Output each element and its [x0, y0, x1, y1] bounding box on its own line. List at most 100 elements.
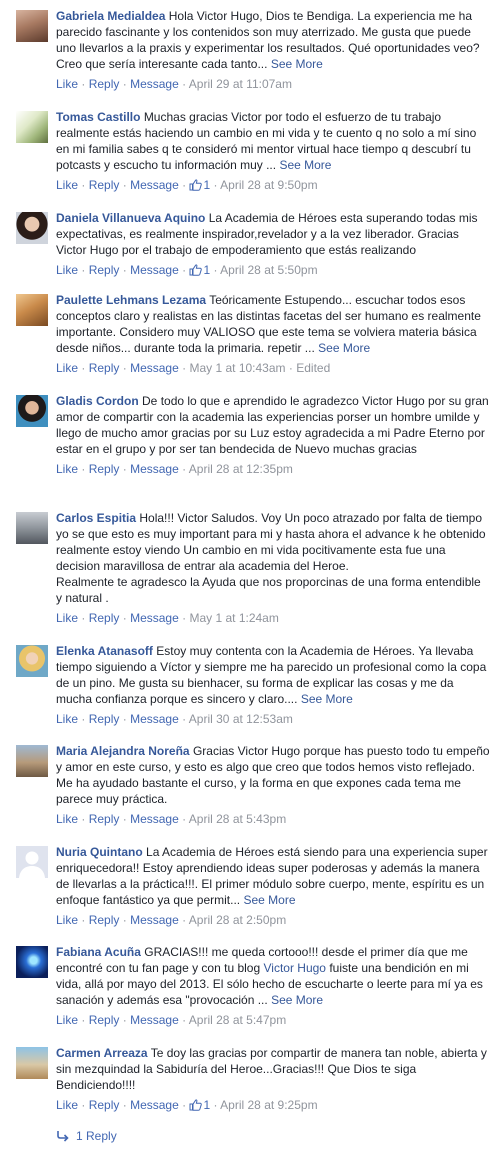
reply-button[interactable]: Reply: [89, 812, 120, 826]
commenter-name[interactable]: Carlos Espitia: [56, 511, 136, 525]
avatar[interactable]: [16, 111, 48, 143]
comment-text: Paulette Lehmans Lezama Teóricamente Est…: [56, 292, 490, 356]
like-button[interactable]: Like: [56, 361, 78, 375]
message-button[interactable]: Message: [130, 1013, 179, 1027]
like-button[interactable]: Like: [56, 1098, 78, 1112]
like-button[interactable]: Like: [56, 913, 78, 927]
like-button[interactable]: Like: [56, 263, 78, 277]
timestamp[interactable]: April 28 at 12:35pm: [189, 462, 293, 476]
see-more-link[interactable]: See More: [271, 993, 323, 1007]
reply-button[interactable]: Reply: [89, 611, 120, 625]
like-button[interactable]: Like: [56, 1013, 78, 1027]
avatar[interactable]: [16, 294, 48, 326]
comment-actions: Like · Reply · Message · April 28 at 5:4…: [56, 811, 490, 827]
timestamp[interactable]: April 28 at 2:50pm: [189, 913, 286, 927]
commenter-name[interactable]: Carmen Arreaza: [56, 1046, 148, 1060]
timestamp[interactable]: April 29 at 11:07am: [189, 77, 292, 91]
commenter-name[interactable]: Fabiana Acuña: [56, 945, 141, 959]
avatar[interactable]: [16, 946, 48, 978]
reply-button[interactable]: Reply: [89, 361, 120, 375]
message-button[interactable]: Message: [130, 812, 179, 826]
avatar[interactable]: [16, 645, 48, 677]
timestamp[interactable]: April 28 at 5:47pm: [189, 1013, 286, 1027]
see-more-link[interactable]: See More: [301, 692, 353, 706]
avatar[interactable]: [16, 745, 48, 777]
thumbs-up-icon: [189, 179, 203, 191]
like-button[interactable]: Like: [56, 712, 78, 726]
like-button[interactable]: Like: [56, 611, 78, 625]
view-replies-link[interactable]: 1 Reply: [56, 1128, 117, 1144]
separator: ·: [182, 812, 187, 826]
timestamp[interactable]: April 28 at 9:25pm: [220, 1098, 317, 1112]
timestamp[interactable]: May 1 at 1:24am: [189, 611, 278, 625]
message-button[interactable]: Message: [130, 913, 179, 927]
message-button[interactable]: Message: [130, 462, 179, 476]
timestamp[interactable]: April 28 at 5:43pm: [189, 812, 286, 826]
avatar[interactable]: [16, 395, 48, 427]
avatar[interactable]: [16, 10, 48, 42]
see-more-link[interactable]: See More: [243, 893, 295, 907]
separator: ·: [122, 611, 127, 625]
commenter-name[interactable]: Maria Alejandra Noreña: [56, 744, 190, 758]
mention-link[interactable]: Victor Hugo: [264, 961, 326, 975]
timestamp[interactable]: April 28 at 9:50pm: [220, 178, 317, 192]
comment-actions: Like · Reply · Message · April 28 at 12:…: [56, 461, 490, 477]
see-more-link[interactable]: See More: [318, 341, 370, 355]
message-button[interactable]: Message: [130, 178, 179, 192]
separator: ·: [122, 77, 127, 91]
comment-actions: Like · Reply · Message · 1 · April 28 at…: [56, 262, 490, 278]
see-more-link[interactable]: See More: [279, 158, 331, 172]
avatar[interactable]: [16, 212, 48, 244]
commenter-name[interactable]: Paulette Lehmans Lezama: [56, 293, 206, 307]
timestamp[interactable]: May 1 at 10:43am: [189, 361, 285, 375]
reply-button[interactable]: Reply: [89, 77, 120, 91]
separator: ·: [81, 1098, 86, 1112]
message-button[interactable]: Message: [130, 77, 179, 91]
like-button[interactable]: Like: [56, 462, 78, 476]
reply-button[interactable]: Reply: [89, 1098, 120, 1112]
edited-label[interactable]: Edited: [296, 361, 330, 375]
commenter-name[interactable]: Gladis Cordon: [56, 394, 139, 408]
reply-button[interactable]: Reply: [89, 462, 120, 476]
avatar[interactable]: [16, 512, 48, 544]
commenter-name[interactable]: Elenka Atanasoff: [56, 644, 153, 658]
avatar[interactable]: [16, 1047, 48, 1079]
comment-actions: Like · Reply · Message · 1 · April 28 at…: [56, 177, 490, 193]
message-button[interactable]: Message: [130, 361, 179, 375]
separator: ·: [288, 361, 293, 375]
message-button[interactable]: Message: [130, 611, 179, 625]
message-button[interactable]: Message: [130, 1098, 179, 1112]
comment-text: Tomas Castillo Muchas gracias Victor por…: [56, 109, 490, 173]
like-button[interactable]: Like: [56, 77, 78, 91]
message-button[interactable]: Message: [130, 263, 179, 277]
reply-button[interactable]: Reply: [89, 1013, 120, 1027]
timestamp[interactable]: April 30 at 12:53am: [189, 712, 293, 726]
comment-text: Gabriela Medialdea Hola Victor Hugo, Dio…: [56, 8, 490, 72]
reply-button[interactable]: Reply: [89, 712, 120, 726]
timestamp[interactable]: April 28 at 5:50pm: [220, 263, 317, 277]
like-count[interactable]: 1: [189, 263, 210, 277]
reply-button[interactable]: Reply: [89, 913, 120, 927]
separator: ·: [122, 913, 127, 927]
message-button[interactable]: Message: [130, 712, 179, 726]
separator: ·: [81, 913, 86, 927]
separator: ·: [182, 263, 187, 277]
reply-button[interactable]: Reply: [89, 263, 120, 277]
see-more-link[interactable]: See More: [271, 57, 323, 71]
commenter-name[interactable]: Tomas Castillo: [56, 110, 140, 124]
commenter-name[interactable]: Nuria Quintano: [56, 845, 143, 859]
separator: ·: [213, 178, 218, 192]
avatar-placeholder[interactable]: [16, 846, 48, 878]
comment-actions: Like · Reply · Message · April 30 at 12:…: [56, 711, 490, 727]
thumbs-up-icon: [189, 264, 203, 276]
like-count[interactable]: 1: [189, 178, 210, 192]
like-count-value: 1: [203, 263, 211, 277]
commenter-name[interactable]: Daniela Villanueva Aquino: [56, 211, 205, 225]
like-button[interactable]: Like: [56, 178, 78, 192]
commenter-name[interactable]: Gabriela Medialdea: [56, 9, 165, 23]
like-count[interactable]: 1: [189, 1098, 210, 1112]
separator: ·: [81, 712, 86, 726]
reply-button[interactable]: Reply: [89, 178, 120, 192]
comment-actions: Like · Reply · Message · April 28 at 5:4…: [56, 1012, 490, 1028]
like-button[interactable]: Like: [56, 812, 78, 826]
